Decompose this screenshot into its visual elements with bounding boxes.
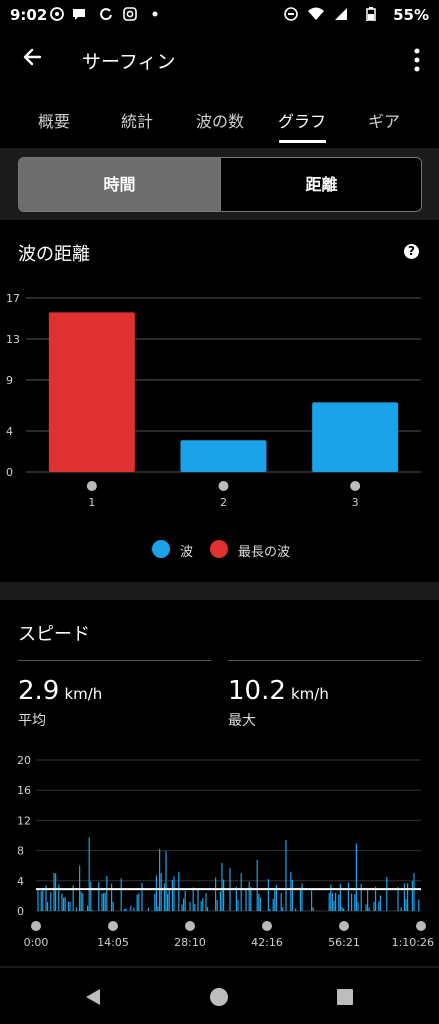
y-tick-label: 8 [17,845,24,858]
y-tick-label: 0 [6,466,13,479]
tab-gear[interactable]: ギア [344,108,424,132]
notification-icon [50,7,64,21]
tab-graph[interactable]: グラフ [262,108,342,132]
dot-icon [148,7,162,21]
avg-speed: 2.9 km/h [18,676,102,706]
legend-wave-label: 波 [180,545,194,560]
x-tick-dot [339,921,349,931]
x-tick-dot [350,481,361,491]
tab-stats[interactable]: 統計 [97,108,177,132]
segment-time-button[interactable]: 時間 [19,158,220,211]
signal-icon [334,7,348,21]
x-tick-label: 14:05 [97,936,129,949]
x-tick-label: 0:00 [24,936,49,949]
x-tick-dot [31,921,41,931]
nav-home-icon[interactable] [208,986,230,1008]
bar-1 [48,312,135,472]
time-distance-toggle: 時間 距離 [18,157,422,212]
legend-wave-dot [152,540,170,558]
max-speed-label: 最大 [228,713,256,729]
system-nav-bar [0,968,439,1024]
x-tick-label: 3 [352,496,359,509]
wave-chart-title: 波の距離 [18,244,90,265]
segment-distance-button[interactable]: 距離 [220,158,421,211]
more-vert-icon [414,48,420,72]
max-speed-value: 10.2 [228,676,286,706]
nav-recents-icon[interactable] [334,986,356,1008]
x-tick-label: 28:10 [174,936,206,949]
max-speed: 10.2 km/h [228,676,329,706]
x-tick-label: 1:10:26 [392,936,434,949]
max-divider [228,660,421,661]
y-tick-label: 12 [17,814,31,827]
back-arrow-icon [23,48,42,66]
status-bar: 9:02 55% [0,0,439,30]
y-tick-label: 20 [17,754,31,767]
max-speed-unit: km/h [290,685,329,703]
section-divider [0,582,439,600]
legend-longest-label: 最長の波 [238,545,291,560]
bar-2 [180,440,267,472]
x-tick-label: 56:21 [328,936,360,949]
x-tick-dot [108,921,118,931]
avg-speed-label: 平均 [18,713,46,729]
wifi-icon [308,7,324,21]
y-tick-label: 9 [6,374,13,387]
sync-icon [99,7,113,21]
speed-title: スピード [18,624,90,645]
y-tick-label: 17 [6,292,20,305]
tab-wave-count[interactable]: 波の数 [180,108,260,132]
x-tick-label: 1 [88,496,95,509]
back-button[interactable] [18,42,48,72]
status-time: 9:02 [10,6,48,24]
y-tick-label: 4 [6,425,13,438]
y-tick-label: 0 [17,905,24,918]
avg-speed-value: 2.9 [18,676,60,706]
battery-percent: 55% [393,6,429,24]
x-tick-dot [416,921,426,931]
y-tick-label: 4 [17,875,24,888]
avg-divider [18,660,211,661]
legend-longest-dot [210,540,228,558]
help-icon[interactable]: ? [404,244,419,259]
speed-chart: 0 4 8 12 16 20 0:00 14:05 28:10 42:16 56:21 1:10:26 [17,754,434,949]
nav-back-icon[interactable] [82,986,104,1008]
wave-distance-chart: 0 4 9 13 17 1 2 3 [6,292,421,509]
active-tab-indicator [279,140,326,143]
avg-speed-unit: km/h [64,685,103,703]
battery-icon [364,7,378,22]
y-tick-label: 13 [6,333,20,346]
tab-overview[interactable]: 概要 [14,108,94,132]
x-tick-dot [262,921,272,931]
x-tick-label: 42:16 [251,936,283,949]
bar-3 [312,402,399,472]
x-tick-dot [218,481,229,491]
instagram-icon [123,7,137,21]
more-options-button[interactable] [413,47,421,73]
dnd-icon [284,7,298,21]
chat-icon [72,7,86,21]
x-tick-label: 2 [220,496,227,509]
y-tick-label: 16 [17,784,31,797]
x-tick-dot [185,921,195,931]
page-title: サーフィン [82,51,176,73]
x-tick-dot [86,481,97,491]
